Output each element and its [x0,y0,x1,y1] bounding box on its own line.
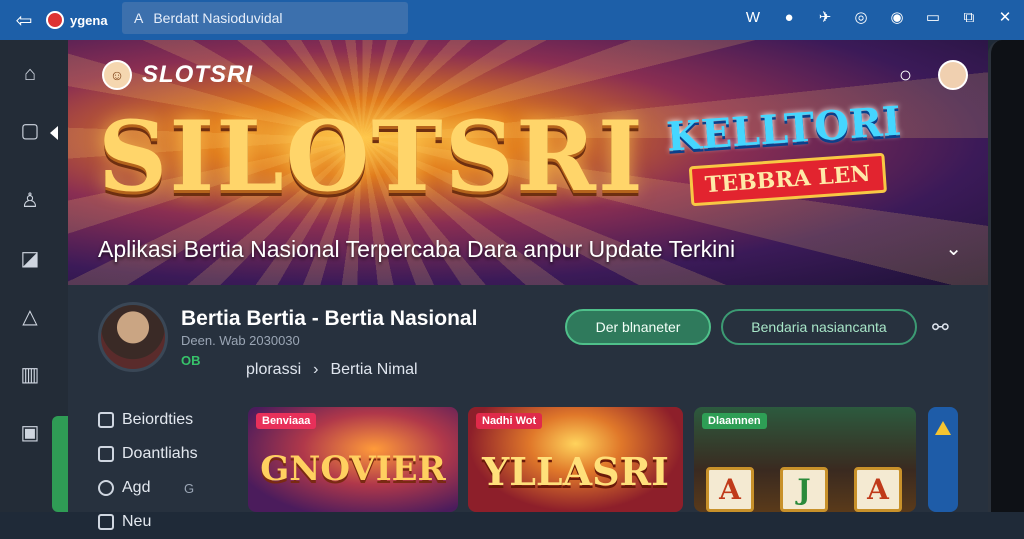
square-icon [98,412,114,428]
topbar-icons: W ● ✈ ◎ ◉ ▭ ⧉ ✕ [742,6,1016,28]
share-icon[interactable]: ⚯ [932,315,949,340]
back-arrow-icon[interactable]: ⇦ [8,6,40,34]
game-card-partial[interactable] [928,407,958,512]
card-tag: Dlaamnen [702,413,767,429]
chevron-down-icon[interactable]: ⌄ [945,236,962,261]
chat-icon [98,446,114,462]
card-tag: Nadhi Wot [476,413,543,429]
close-icon[interactable]: ✕ [994,6,1016,28]
menu-item-extra: G [184,480,195,496]
circle-icon [98,480,114,496]
menu-item-label: Beiordties [122,411,194,428]
primary-action-button[interactable]: Der blnaneter [565,309,711,345]
window-icon[interactable]: ▭ [922,6,944,28]
compass-icon[interactable]: ◎ [850,6,872,28]
breadcrumb-item-2[interactable]: Bertia Nimal [330,361,417,379]
bug-icon[interactable]: ● [778,6,800,28]
game-card[interactable]: Benviaaa GNOVIER [248,407,458,512]
breadcrumb-separator: › [313,361,319,378]
user-icon[interactable]: ♙ [18,188,42,212]
lock-icon: A [134,10,144,26]
user-avatar[interactable] [938,60,968,90]
menu-item[interactable]: Doantliahs [98,437,208,471]
search-icon[interactable]: ○ [899,62,912,88]
hero-subtitle: Aplikasi Bertia Nasional Terpercaba Dara… [98,236,736,262]
logo-text: SLOTSRI [142,61,254,88]
account-icon[interactable]: ◉ [886,6,908,28]
slot-reel: A [854,467,902,512]
profile-avatar[interactable] [98,302,168,372]
badge-line2: TEBBRA LEN [688,152,887,207]
site-logo-icon [46,11,64,29]
game-card[interactable]: Dlaamnen A J A [694,407,916,512]
share-arrow-icon[interactable]: ✈ [814,6,836,28]
green-side-tab[interactable] [52,416,68,512]
content-area: Bertia Bertia - Bertia Nasional Deen. Wa… [68,285,988,530]
active-indicator [50,126,58,140]
menu-item-label: Doantliahs [122,445,198,462]
restore-icon[interactable]: ⧉ [958,6,980,28]
hero-badge: KELLTORI TEBBRA LEN [656,90,903,216]
badge-line1: KELLTORI [664,97,903,161]
card-tag: Benviaaa [256,413,317,429]
game-card[interactable]: Nadhi Wot YLLASRI [468,407,683,512]
edit-icon[interactable]: ◪ [18,246,42,270]
address-text: Berdatt Nasioduvidal [153,10,283,26]
secondary-action-button[interactable]: Bendaria nasiancanta [721,309,917,345]
menu-item[interactable]: Beiordties [98,403,208,437]
list-icon [98,514,114,530]
mascot-icon: ☺ [102,60,132,90]
calendar-icon[interactable]: ▣ [18,420,42,444]
menu-item-label: Agd [122,479,151,496]
hero-title: SILOTSRI [98,100,645,213]
profile-meta: Deen. Wab 2030030 [181,333,300,348]
breadcrumb-item-1[interactable]: plorassi [246,361,301,379]
square-icon[interactable]: ▢ [18,118,42,142]
hero-top-icons: ○ [899,60,968,90]
warning-icon [935,421,951,435]
profile-badge: OB [181,353,201,368]
address-bar[interactable]: A Berdatt Nasioduvidal [122,2,408,34]
device-frame [988,40,1024,512]
card-title: YLLASRI [482,449,669,494]
extension-w-icon[interactable]: W [742,6,764,28]
library-icon[interactable]: ▥ [18,362,42,386]
profile-title: Bertia Bertia - Bertia Nasional [181,307,478,330]
card-title: GNOVIER [260,449,446,489]
site-brand[interactable]: ygena [46,11,108,29]
side-menu: Beiordties Doantliahs Agd G Neu [98,403,208,539]
hero-logo[interactable]: ☺ SLOTSRI [102,60,253,90]
bell-icon[interactable]: △ [18,304,42,328]
home-icon[interactable]: ⌂ [18,62,42,86]
slot-reel: J [780,467,828,512]
menu-item[interactable]: Neu [98,505,208,539]
site-label: ygena [70,12,108,28]
slot-reel: A [706,467,754,512]
hero-banner: ☺ SLOTSRI SILOTSRI KELLTORI TEBBRA LEN ○… [68,40,988,285]
breadcrumb: plorassi › Bertia Nimal [246,361,418,379]
menu-item[interactable]: Agd G [98,471,208,505]
menu-item-label: Neu [122,513,152,530]
